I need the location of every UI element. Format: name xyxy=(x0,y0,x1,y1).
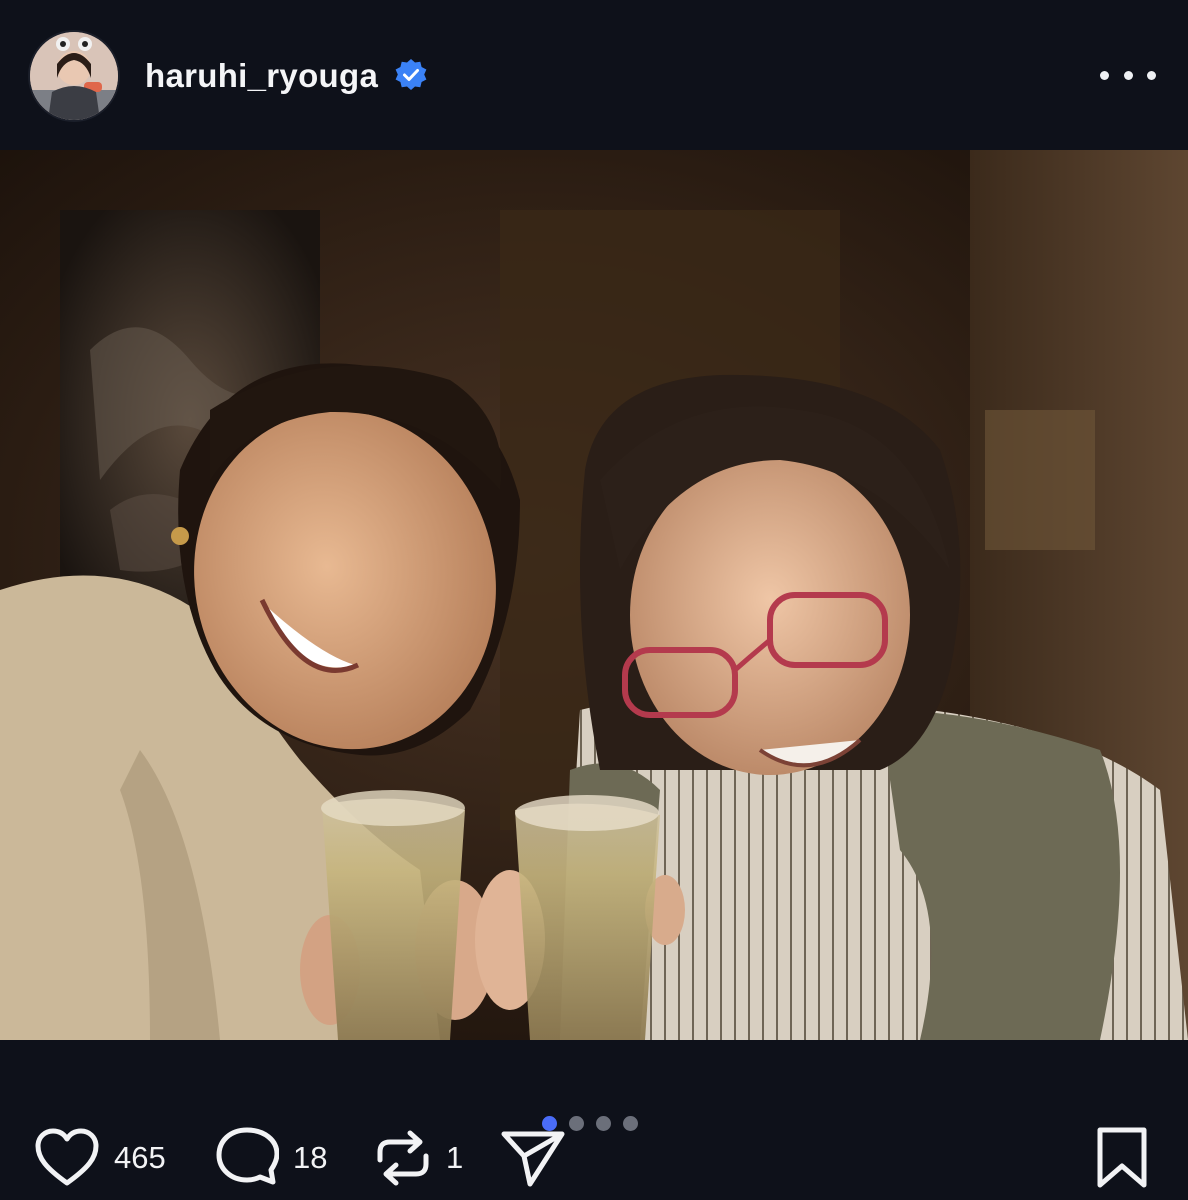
post-footer: 465 18 1 xyxy=(0,1040,1188,1200)
repost-icon xyxy=(377,1130,429,1186)
carousel-dot[interactable] xyxy=(596,1115,611,1131)
post-image[interactable] xyxy=(0,150,1188,1040)
repost-count: 1 xyxy=(446,1140,464,1175)
carousel-dot[interactable] xyxy=(623,1115,638,1131)
username[interactable]: haruhi_ryouga xyxy=(145,56,378,96)
bookmark-icon xyxy=(1097,1127,1147,1188)
comment-button[interactable]: 18 xyxy=(215,1126,327,1190)
comment-count: 18 xyxy=(293,1140,328,1175)
heart-icon xyxy=(35,1128,99,1186)
avatar[interactable] xyxy=(30,32,118,120)
more-options-button[interactable] xyxy=(1100,62,1156,88)
verified-badge-icon xyxy=(394,58,428,92)
more-horizontal-icon xyxy=(1100,70,1109,80)
like-count: 465 xyxy=(114,1140,166,1175)
post-header: haruhi_ryouga xyxy=(0,0,1188,150)
bookmark-button[interactable] xyxy=(1094,1126,1150,1190)
send-icon xyxy=(501,1131,565,1187)
carousel-dot[interactable] xyxy=(569,1115,584,1131)
share-button[interactable] xyxy=(500,1126,566,1190)
comment-icon xyxy=(216,1127,279,1185)
repost-button[interactable]: 1 xyxy=(374,1126,463,1190)
like-button[interactable]: 465 xyxy=(34,1126,166,1190)
